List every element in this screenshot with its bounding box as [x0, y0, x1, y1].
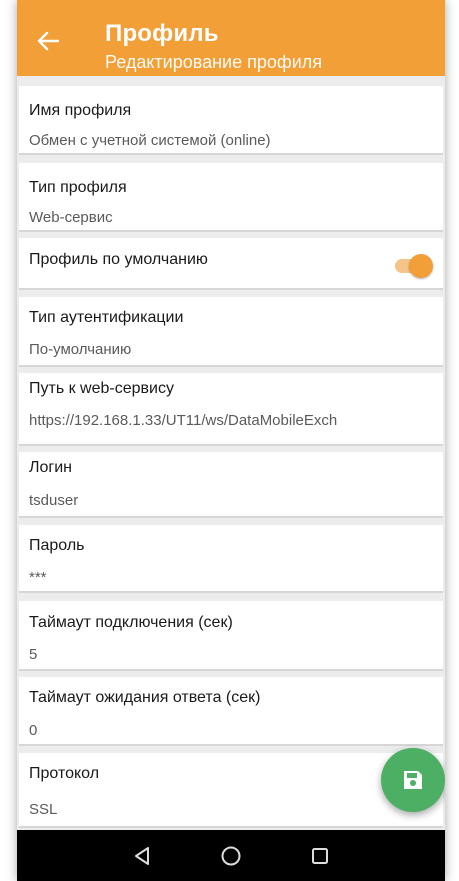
- system-nav-bar: [17, 830, 445, 881]
- back-button[interactable]: [31, 24, 65, 58]
- field-protocol[interactable]: Протокол SSL: [19, 753, 443, 828]
- field-label: Тип профиля: [29, 179, 127, 196]
- save-icon: [404, 771, 422, 789]
- field-label: Путь к web-сервису: [29, 380, 174, 397]
- field-label: Протокол: [29, 765, 100, 782]
- field-profile-type[interactable]: Тип профиля Web-сервис: [19, 163, 443, 232]
- field-label: Таймаут подключения (сек): [29, 614, 233, 631]
- field-profile-name[interactable]: Имя профиля Обмен с учетной системой (on…: [19, 86, 443, 155]
- phone-screen: Профиль Редактирование профиля Имя профи…: [17, 0, 445, 881]
- field-password[interactable]: Пароль ***: [19, 525, 443, 593]
- field-connect-timeout[interactable]: Таймаут подключения (сек) 5: [19, 601, 443, 671]
- page-subtitle: Редактирование профиля: [105, 52, 323, 72]
- field-label: Имя профиля: [29, 102, 132, 119]
- field-value: SSL: [29, 801, 58, 818]
- toggle-thumb: [409, 254, 433, 278]
- home-circle-icon: [221, 846, 241, 865]
- default-profile-toggle[interactable]: [393, 252, 433, 278]
- arrow-left-icon: [37, 31, 59, 51]
- save-button[interactable]: [381, 748, 445, 812]
- field-value: ***: [29, 569, 47, 586]
- field-response-timeout[interactable]: Таймаут ожидания ответа (сек) 0: [19, 677, 443, 746]
- field-value: Обмен с учетной системой (online): [29, 132, 271, 149]
- back-triangle-icon: [134, 846, 149, 865]
- field-value: 5: [29, 646, 38, 663]
- field-value: tsduser: [29, 492, 79, 509]
- field-auth-type[interactable]: Тип аутентификации По-умолчанию: [19, 297, 443, 367]
- field-label: Профиль по умолчанию: [29, 251, 208, 268]
- nav-home-button[interactable]: [219, 844, 243, 868]
- field-web-service-path[interactable]: Путь к web-сервису https://192.168.1.33/…: [19, 373, 443, 446]
- field-label: Тип аутентификации: [29, 309, 184, 326]
- field-value: По-умолчанию: [29, 341, 132, 358]
- field-value: https://192.168.1.33/UT11/ws/DataMobileE…: [29, 412, 338, 429]
- field-label: Таймаут ожидания ответа (сек): [29, 689, 261, 706]
- field-login[interactable]: Логин tsduser: [19, 452, 443, 518]
- recents-square-icon: [312, 847, 329, 864]
- field-default-profile[interactable]: Профиль по умолчанию: [19, 238, 443, 290]
- nav-recents-button[interactable]: [308, 844, 332, 868]
- field-value: 0: [29, 722, 38, 739]
- field-value: Web-сервис: [29, 209, 113, 226]
- app-bar: Профиль Редактирование профиля: [17, 0, 445, 76]
- field-label: Пароль: [29, 537, 85, 554]
- field-label: Логин: [29, 459, 73, 476]
- page-title: Профиль: [105, 20, 219, 47]
- nav-back-button[interactable]: [130, 844, 154, 868]
